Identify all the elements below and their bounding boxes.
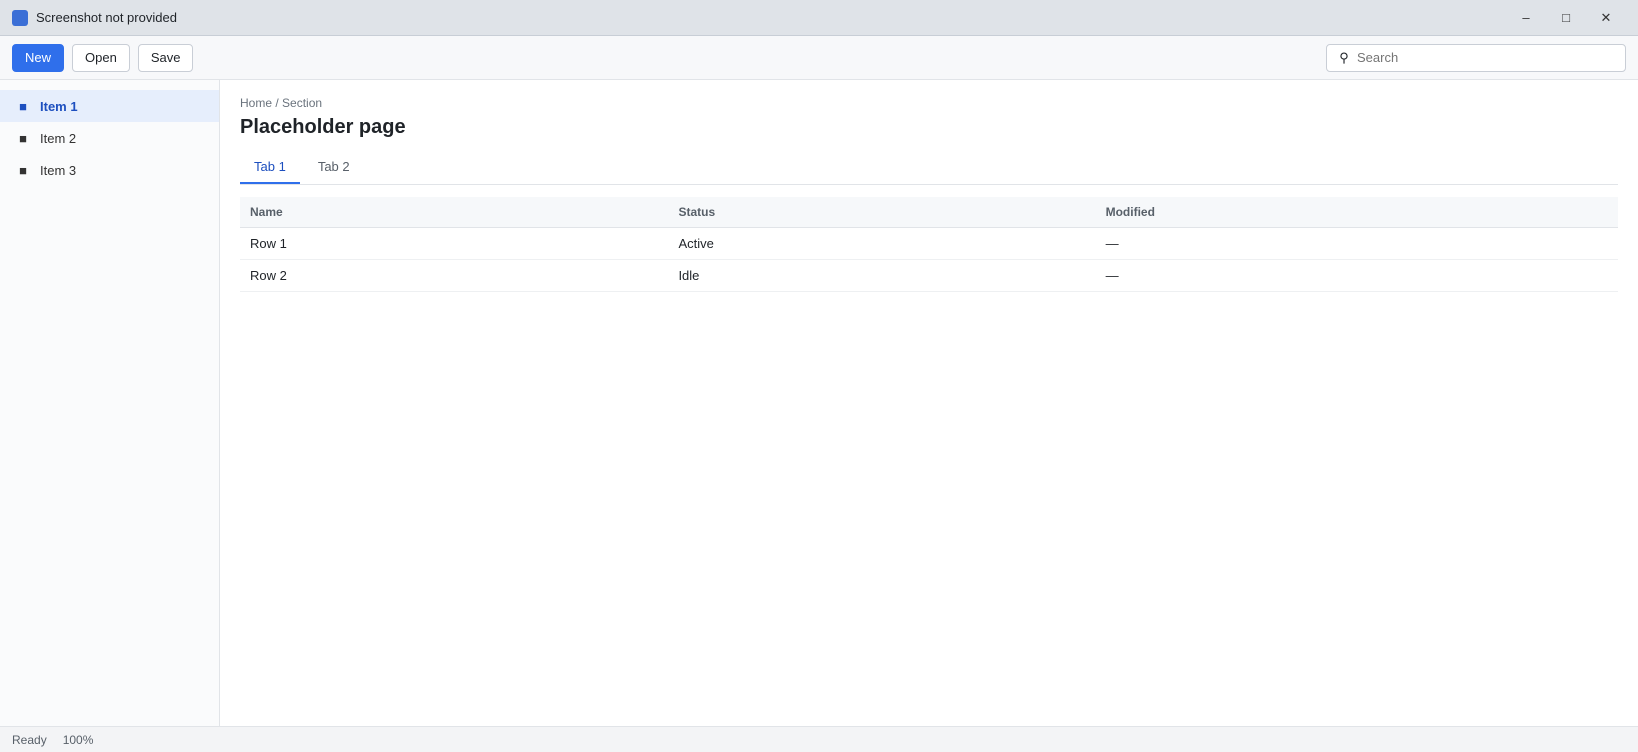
save-button[interactable]: Save	[137, 43, 194, 72]
title-bar: Screenshot not provided – □ ✕	[0, 0, 1638, 36]
table-cell: Idle	[668, 259, 1096, 292]
table-row[interactable]: Row 1 Active —	[240, 227, 1618, 260]
column-header[interactable]: Status	[668, 197, 1096, 228]
page-title: Placeholder page	[240, 116, 406, 138]
open-button[interactable]: Open	[72, 43, 130, 72]
app-window: Screenshot not provided – □ ✕ New Open S…	[0, 0, 1638, 752]
sidebar-item-3[interactable]: ■ Item 3	[0, 154, 219, 186]
main-panel: Home / Section Placeholder page Tab 1 Ta…	[220, 80, 1638, 726]
folder-icon: ■	[19, 98, 27, 114]
sidebar: ■ Item 1 ■ Item 2 ■ Item 3	[0, 80, 220, 726]
tab-2[interactable]: Tab 2	[304, 151, 364, 184]
table-cell: Row 2	[240, 259, 669, 292]
new-button[interactable]: New	[12, 43, 65, 72]
folder-icon: ■	[19, 162, 27, 178]
table-cell: Row 1	[240, 227, 669, 260]
column-header[interactable]: Name	[240, 197, 669, 228]
data-table: Name Status Modified Row 1 Active — Row …	[240, 197, 1618, 292]
sidebar-item-label: Item 2	[40, 130, 77, 146]
status-text: Ready	[12, 732, 47, 747]
status-bar: Ready 100%	[0, 726, 1638, 752]
minimize-icon[interactable]: –	[1506, 0, 1546, 36]
maximize-icon[interactable]: □	[1546, 0, 1586, 36]
search-icon: ⚲	[1339, 49, 1349, 65]
table-header-row: Name Status Modified	[240, 197, 1618, 228]
tab-bar: Tab 1 Tab 2	[240, 151, 1618, 185]
folder-icon: ■	[19, 130, 27, 146]
window-title: Screenshot not provided	[36, 10, 177, 25]
sidebar-item-1[interactable]: ■ Item 1	[0, 90, 219, 122]
table-cell: —	[1095, 259, 1618, 292]
toolbar: New Open Save ⚲	[0, 36, 1638, 80]
content-area: ■ Item 1 ■ Item 2 ■ Item 3 Home / Sectio…	[0, 80, 1638, 726]
close-icon[interactable]: ✕	[1586, 0, 1626, 36]
sidebar-item-label: Item 1	[40, 98, 78, 114]
table-row[interactable]: Row 2 Idle —	[240, 259, 1618, 292]
table-cell: —	[1095, 227, 1618, 260]
sidebar-item-label: Item 3	[40, 162, 77, 178]
table-cell: Active	[668, 227, 1096, 260]
tab-1[interactable]: Tab 1	[240, 151, 300, 184]
column-header[interactable]: Modified	[1095, 197, 1618, 228]
breadcrumb: Home / Section	[240, 96, 323, 110]
search-input[interactable]	[1357, 50, 1615, 65]
zoom-level: 100%	[62, 732, 94, 747]
app-icon	[12, 9, 28, 26]
sidebar-item-2[interactable]: ■ Item 2	[0, 122, 219, 154]
search-box[interactable]: ⚲	[1326, 43, 1626, 72]
